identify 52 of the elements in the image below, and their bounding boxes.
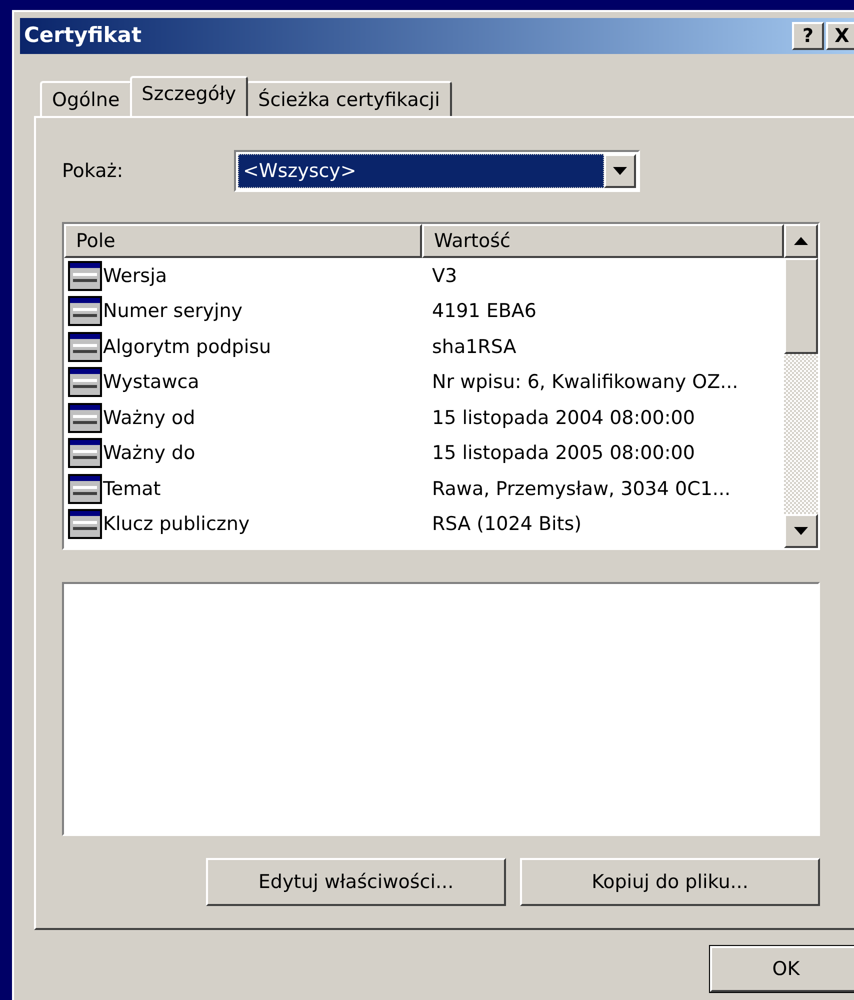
field-row[interactable]: Ważny do 15 listopada 2005 08:00:00 xyxy=(64,436,784,471)
field-row[interactable]: Ważny od 15 listopada 2004 08:00:00 xyxy=(64,400,784,436)
field-name: Wersja xyxy=(103,264,167,288)
field-icon xyxy=(68,474,102,504)
column-header[interactable]: Pole xyxy=(64,224,422,258)
field-icon xyxy=(68,402,102,433)
field-icon xyxy=(68,438,102,468)
help-button[interactable]: ? xyxy=(792,22,824,50)
field-value: Rawa, Przemysław, 3034 0C1... xyxy=(431,476,731,502)
field-icon xyxy=(68,509,102,540)
field-name: Wystawca xyxy=(103,370,200,395)
field-icon xyxy=(68,332,102,362)
field-row[interactable]: Klucz publiczny RSA (1024 Bits) xyxy=(64,506,784,542)
show-label: Pokaż: xyxy=(62,158,124,184)
field-icon xyxy=(68,296,102,326)
field-name: Numer seryjny xyxy=(103,299,243,324)
field-row[interactable]: Temat Rawa, Przemysław, 3034 0C1... xyxy=(64,471,784,506)
column-header[interactable]: Wartość xyxy=(422,224,784,258)
field-value: RSA (1024 Bits) xyxy=(431,512,582,537)
field-value: V3 xyxy=(431,264,458,288)
dropdown-value: <Wszyscy> xyxy=(238,154,604,188)
field-row[interactable]: Wystawca Nr wpisu: 6, Kwalifikowany OZ... xyxy=(64,364,784,400)
ok-button[interactable]: OK xyxy=(710,946,854,992)
field-value: 4191 EBA6 xyxy=(431,299,537,324)
field-icon xyxy=(68,367,102,398)
close-button[interactable]: X xyxy=(826,22,854,50)
field-value: 15 listopada 2005 08:00:00 xyxy=(431,441,695,466)
edit-properties-button[interactable]: Edytuj właściwości... xyxy=(206,858,506,906)
field-name: Ważny od xyxy=(103,406,196,430)
field-row[interactable]: Algorytm podpisu sha1RSA xyxy=(64,329,784,364)
caret-icon xyxy=(613,167,627,175)
scrollbar[interactable] xyxy=(784,224,818,548)
field-value: sha1RSA xyxy=(431,334,516,360)
field-row[interactable]: Numer seryjny 4191 EBA6 xyxy=(64,294,784,329)
tab[interactable]: Ścieżka certyfikacji xyxy=(246,81,452,116)
field-value: Nr wpisu: 6, Kwalifikowany OZ... xyxy=(431,370,738,395)
field-name: Klucz publiczny xyxy=(103,512,250,537)
tab[interactable]: Ogólne xyxy=(40,81,132,116)
window-title: Certyfikat xyxy=(24,22,142,50)
field-name: Algorytm podpisu xyxy=(103,334,272,360)
dropdown-button[interactable] xyxy=(604,154,636,188)
field-icon xyxy=(68,260,102,291)
scroll-down-icon[interactable] xyxy=(794,527,808,535)
field-value: 15 listopada 2004 08:00:00 xyxy=(431,406,695,430)
field-row[interactable]: Wersja V3 xyxy=(64,258,784,294)
tab[interactable]: Szczegóły xyxy=(130,76,248,116)
field-name: Ważny do xyxy=(103,441,196,466)
copy-to-file-button[interactable]: Kopiuj do pliku... xyxy=(520,858,820,906)
scroll-up-icon[interactable] xyxy=(794,237,808,245)
field-name: Temat xyxy=(103,476,161,502)
show-dropdown[interactable]: <Wszyscy> xyxy=(234,150,640,192)
scroll-thumb[interactable] xyxy=(784,258,818,354)
